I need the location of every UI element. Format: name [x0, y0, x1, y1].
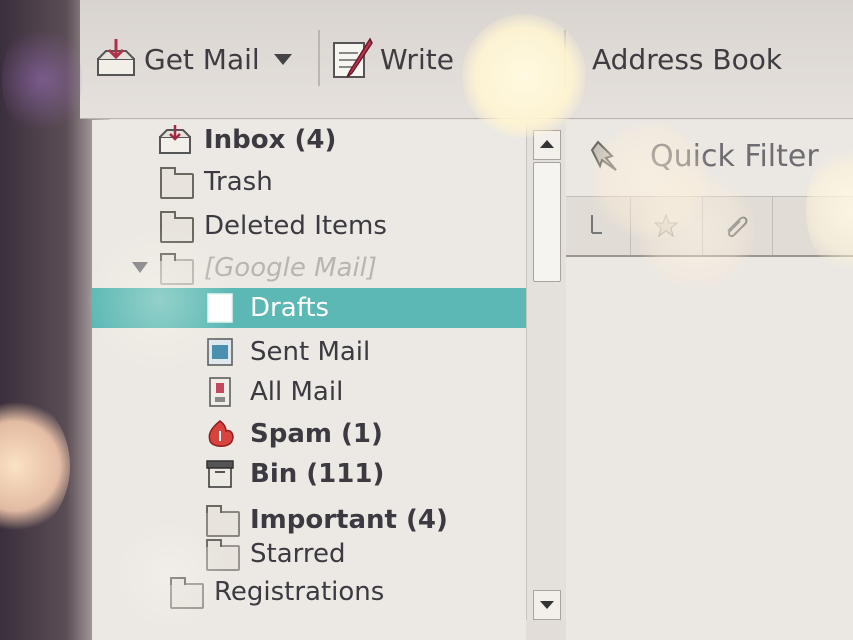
address-book-button[interactable]: Address Book	[592, 34, 782, 84]
spam-icon	[204, 419, 238, 449]
toolbar-separator	[318, 30, 320, 86]
folder-icon	[158, 253, 194, 285]
folder-label: Starred	[250, 539, 346, 569]
folder-item-deleted-items[interactable]: Deleted Items	[92, 206, 526, 246]
scroll-up-icon[interactable]	[533, 130, 561, 160]
quick-filter-button[interactable]: Quick Filter	[586, 134, 819, 178]
folder-label: All Mail	[250, 377, 344, 407]
write-button[interactable]: Write	[330, 34, 454, 84]
folder-label: Inbox (4)	[204, 125, 337, 155]
folder-item-drafts[interactable]: Drafts	[92, 288, 526, 328]
folder-label: Deleted Items	[204, 211, 387, 241]
drafts-icon	[204, 293, 238, 323]
folder-item-trash[interactable]: Trash	[92, 162, 526, 202]
folder-label: [Google Mail]	[204, 253, 378, 283]
folder-label: Spam (1)	[250, 419, 383, 449]
chevron-down-icon[interactable]	[273, 53, 292, 65]
folder-label: Drafts	[250, 293, 330, 323]
folder-label: Registrations	[214, 577, 385, 607]
thread-column-icon[interactable]	[566, 197, 631, 255]
folder-label: Trash	[204, 167, 273, 197]
folder-item-inbox[interactable]: Inbox (4)	[92, 120, 526, 160]
folder-item-spam[interactable]: Spam (1)	[92, 414, 526, 454]
main-toolbar: Get Mail Write Address Book	[80, 0, 853, 119]
sent-icon	[204, 337, 238, 367]
message-list-pane: Quick Filter	[566, 120, 853, 640]
star-column-icon[interactable]	[630, 197, 703, 255]
archive-icon	[204, 377, 238, 407]
folder-item-sent-mail[interactable]: Sent Mail	[92, 332, 526, 372]
folder-icon	[204, 539, 240, 571]
scroll-thumb[interactable]	[533, 162, 561, 282]
toolbar-separator	[564, 30, 566, 86]
scroll-down-icon[interactable]	[533, 590, 561, 620]
get-mail-label: Get Mail	[144, 42, 260, 76]
message-list-column-header	[566, 196, 853, 257]
inbox-icon	[158, 125, 192, 155]
folder-pane-scrollbar[interactable]	[526, 120, 565, 620]
attachment-column-icon[interactable]	[702, 197, 773, 255]
twisty-expanded-icon[interactable]	[132, 262, 148, 273]
write-label: Write	[380, 42, 454, 76]
mail-client-window: Get Mail Write Address Book Inbox (4) Tr…	[0, 0, 853, 640]
folder-item-bin[interactable]: Bin (111)	[92, 454, 526, 494]
address-book-label: Address Book	[592, 42, 783, 76]
message-column[interactable]	[772, 197, 853, 255]
folder-label: Sent Mail	[250, 337, 371, 367]
folder-pane: Inbox (4) Trash Deleted Items [Google Ma…	[92, 120, 526, 640]
folder-icon	[158, 211, 194, 243]
pencil-icon	[330, 37, 374, 81]
folder-item-registrations[interactable]: Registrations	[92, 572, 526, 612]
pin-icon	[586, 136, 626, 176]
folder-label: Important (4)	[250, 505, 448, 535]
folder-item-all-mail[interactable]: All Mail	[92, 372, 526, 412]
folder-item-starred[interactable]: Starred	[92, 534, 526, 574]
get-mail-button[interactable]: Get Mail	[94, 34, 292, 84]
folder-label: Bin (111)	[250, 459, 385, 489]
bin-icon	[204, 459, 238, 489]
folder-item-google-mail[interactable]: [Google Mail]	[92, 248, 526, 288]
folder-icon	[204, 505, 240, 537]
get-mail-icon	[94, 37, 138, 81]
folder-icon	[168, 577, 204, 609]
quick-filter-label: Quick Filter	[650, 138, 819, 174]
folder-icon	[158, 167, 194, 199]
